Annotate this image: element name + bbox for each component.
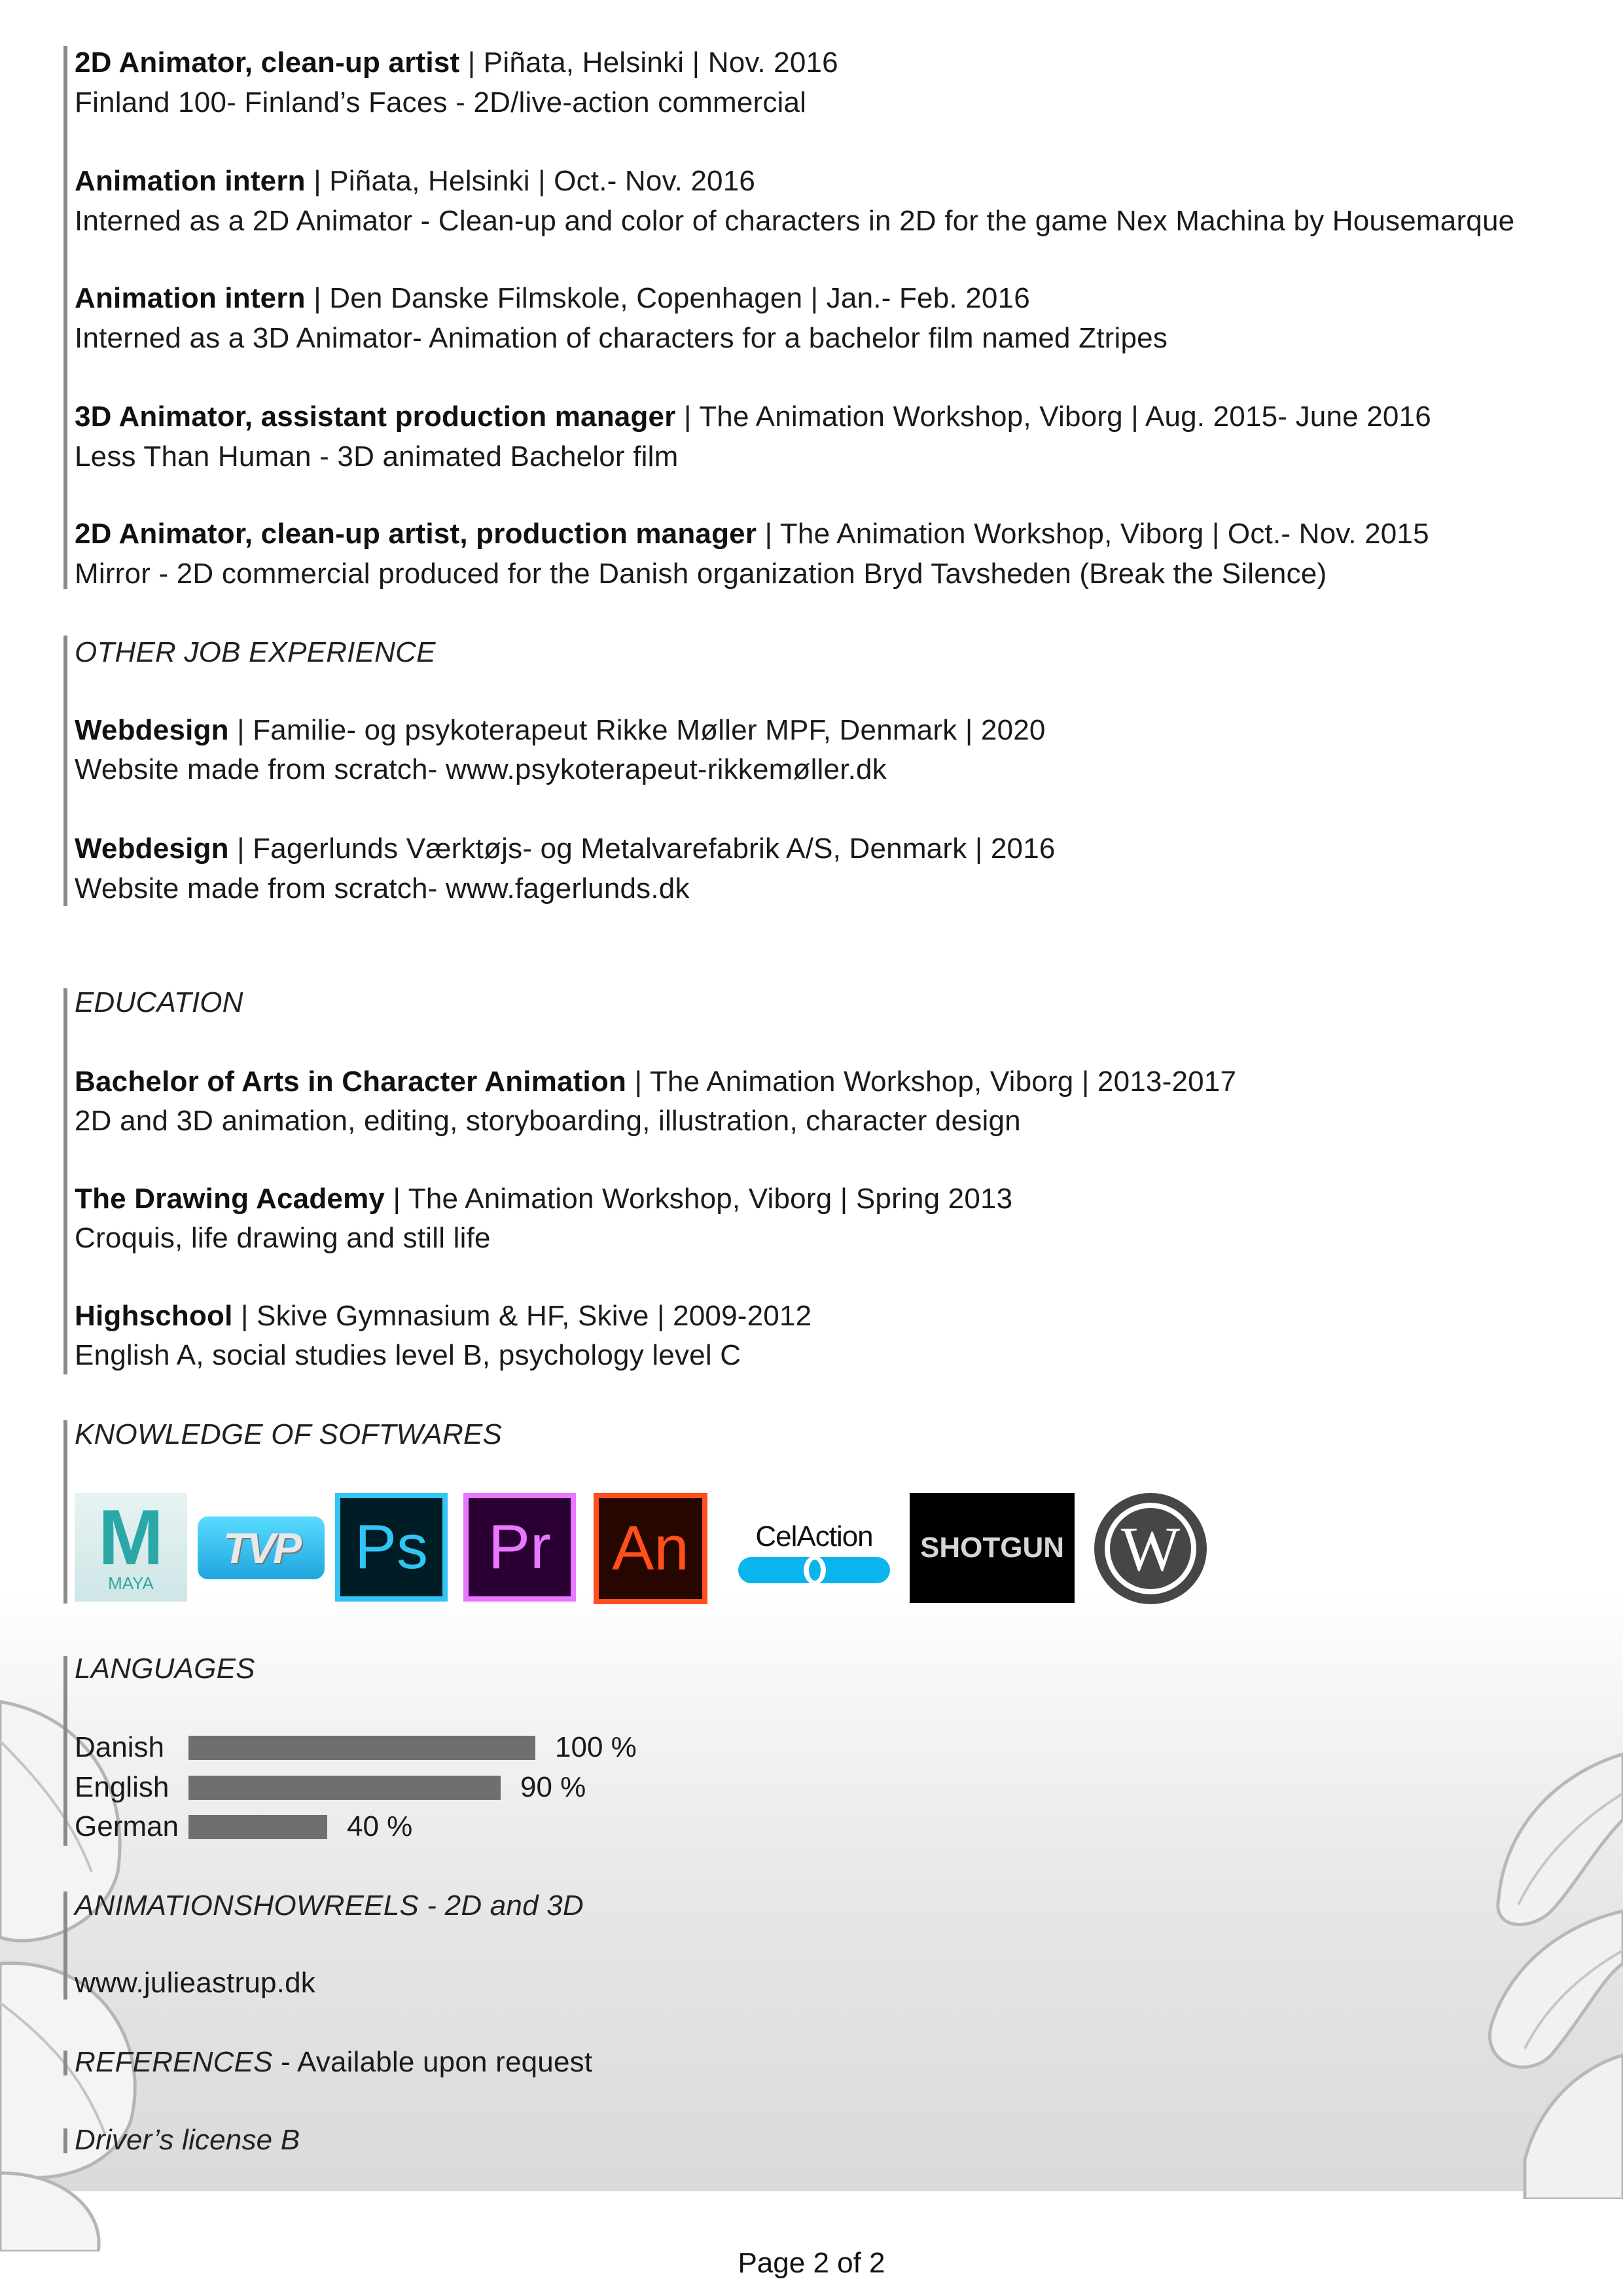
other-job-title: Webdesign | Fagerlunds Værktøjs- og Meta… [75, 829, 1056, 869]
job-title: Animation intern [75, 282, 306, 314]
experience-entry-description: Interned as a 2D Animator - Clean-up and… [75, 205, 1515, 237]
animate-mark: An [612, 1513, 689, 1583]
language-name: Danish [75, 1731, 164, 1763]
experience-entry-title: Animation intern | Den Danske Filmskole,… [75, 279, 1030, 318]
shotgun-mark: SHOTGUN [920, 1532, 1064, 1564]
education-entry-description: English A, social studies level B, psych… [75, 1339, 741, 1371]
celaction-logo-icon: CelAction [737, 1520, 891, 1585]
language-bar-danish [188, 1736, 535, 1760]
other-job-title: Webdesign | Familie- og psykoterapeut Ri… [75, 711, 1046, 750]
job-title: Webdesign [75, 833, 229, 865]
job-details: | Piñata, Helsinki | Nov. 2016 [459, 46, 838, 79]
section-bar-education [63, 988, 67, 1374]
section-bar-references [63, 2051, 67, 2075]
section-bar-experience [63, 46, 67, 589]
premiere-logo-icon: Pr [463, 1493, 576, 1602]
job-details: | Den Danske Filmskole, Copenhagen | Jan… [305, 282, 1030, 314]
job-title: Animation intern [75, 165, 306, 197]
maya-caption: MAYA [108, 1573, 154, 1593]
job-details: | Familie- og psykoterapeut Rikke Møller… [228, 714, 1046, 746]
references-text: - Available upon request [272, 2046, 593, 2078]
education-entry-title: The Drawing Academy | The Animation Work… [75, 1179, 1012, 1219]
section-bar-license [63, 2128, 67, 2153]
job-title: 2D Animator, clean-up artist, production… [75, 518, 757, 550]
job-details: | The Animation Workshop, Viborg | Aug. … [675, 401, 1431, 433]
references-heading: REFERENCES [75, 2046, 273, 2078]
wordpress-mark: W [1120, 1513, 1181, 1584]
degree-title: The Drawing Academy [75, 1183, 385, 1215]
education-details: | The Animation Workshop, Viborg | Sprin… [385, 1183, 1013, 1215]
job-details: | The Animation Workshop, Viborg | Oct.-… [757, 518, 1429, 550]
job-details: | Piñata, Helsinki | Oct.- Nov. 2016 [305, 165, 756, 197]
section-bar-languages [63, 1656, 67, 1846]
language-bar-english [188, 1776, 501, 1800]
language-percent: 40 % [347, 1810, 413, 1842]
section-bar-software [63, 1420, 67, 1604]
shotgun-logo-icon: SHOTGUN [910, 1493, 1075, 1603]
section-bar-other-jobs [63, 636, 67, 906]
language-name: German [75, 1810, 179, 1842]
section-heading-software: KNOWLEDGE OF SOFTWARES [75, 1418, 503, 1450]
degree-title: Bachelor of Arts in Character Animation [75, 1066, 627, 1098]
section-heading-education: EDUCATION [75, 986, 243, 1018]
language-bar-german [188, 1815, 327, 1839]
degree-title: Highschool [75, 1300, 233, 1332]
experience-entry-title: 3D Animator, assistant production manage… [75, 397, 1431, 437]
job-title: Webdesign [75, 714, 229, 746]
experience-entry-title: 2D Animator, clean-up artist | Piñata, H… [75, 43, 838, 82]
leaf-decoration-right-icon [1488, 1752, 1623, 2199]
education-entry-description: Croquis, life drawing and still life [75, 1222, 491, 1254]
education-entry-title: Bachelor of Arts in Character Animation … [75, 1062, 1236, 1102]
section-heading-languages: LANGUAGES [75, 1653, 255, 1685]
experience-entry-description: Mirror - 2D commercial produced for the … [75, 558, 1327, 590]
education-details: | The Animation Workshop, Viborg | 2013-… [626, 1066, 1237, 1098]
experience-entry-title: Animation intern | Piñata, Helsinki | Oc… [75, 162, 755, 201]
tvpaint-logo-icon: TVP [198, 1516, 325, 1579]
experience-entry-title: 2D Animator, clean-up artist, production… [75, 514, 1429, 554]
experience-entry-description: Finland 100- Finland’s Faces - 2D/live-a… [75, 86, 807, 118]
experience-entry-description: Interned as a 3D Animator- Animation of … [75, 322, 1168, 354]
celaction-mark: CelAction [755, 1520, 873, 1552]
other-job-description: Website made from scratch- www.psykotera… [75, 753, 887, 785]
language-name: English [75, 1771, 169, 1803]
job-details: | Fagerlunds Værktøjs- og Metalvarefabri… [228, 833, 1056, 865]
premiere-mark: Pr [488, 1512, 551, 1582]
tvpaint-mark: TVP [223, 1524, 302, 1572]
language-percent: 90 % [520, 1771, 586, 1803]
animate-logo-icon: An [594, 1493, 707, 1604]
page-number: Page 2 of 2 [738, 2247, 885, 2279]
maya-mark: M [98, 1493, 164, 1581]
job-title: 2D Animator, clean-up artist [75, 46, 460, 79]
maya-logo-icon: M MAYA [75, 1493, 187, 1602]
references-line: REFERENCES - Available upon request [75, 2043, 592, 2082]
celaction-slider [738, 1556, 890, 1585]
other-job-description: Website made from scratch- www.fagerlund… [75, 872, 690, 905]
wordpress-logo-icon: W [1094, 1493, 1207, 1604]
language-percent: 100 % [555, 1731, 637, 1763]
section-heading-other-jobs: OTHER JOB EXPERIENCE [75, 636, 436, 668]
job-title: 3D Animator, assistant production manage… [75, 401, 676, 433]
photoshop-logo-icon: Ps [335, 1493, 448, 1602]
experience-entry-description: Less Than Human - 3D animated Bachelor f… [75, 440, 679, 473]
showreel-link[interactable]: www.julieastrup.dk [75, 1964, 315, 2003]
photoshop-mark: Ps [354, 1512, 429, 1582]
section-bar-showreels [63, 1892, 67, 2000]
education-entry-description: 2D and 3D animation, editing, storyboard… [75, 1105, 1021, 1137]
section-heading-showreels: ANIMATIONSHOWREELS - 2D and 3D [75, 1890, 584, 1922]
drivers-license: Driver’s license B [75, 2124, 300, 2156]
education-details: | Skive Gymnasium & HF, Skive | 2009-201… [232, 1300, 812, 1332]
education-entry-title: Highschool | Skive Gymnasium & HF, Skive… [75, 1297, 812, 1336]
